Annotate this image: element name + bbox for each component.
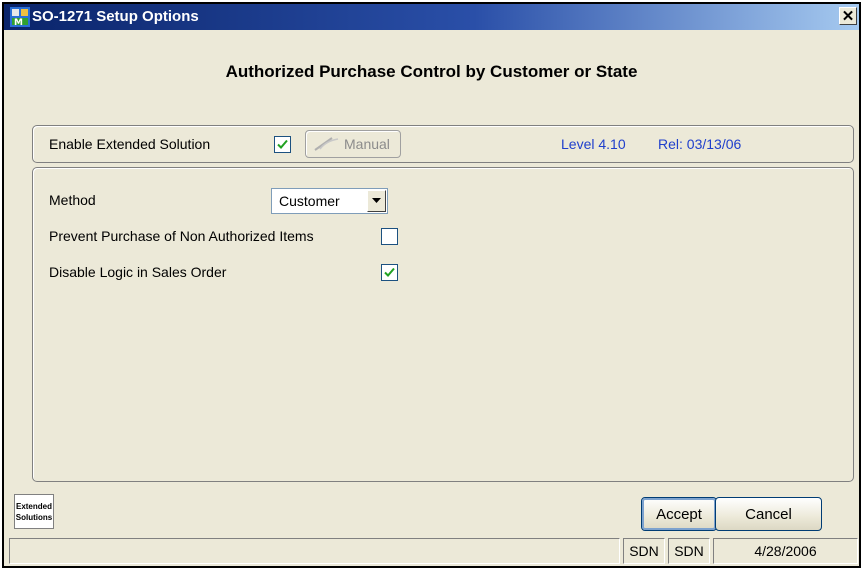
manual-button[interactable]: Manual <box>305 130 401 158</box>
disable-logic-label: Disable Logic in Sales Order <box>49 264 227 280</box>
window-title: SO-1271 Setup Options <box>32 8 199 25</box>
checkmark-icon <box>277 139 288 149</box>
manual-button-label: Manual <box>344 136 390 152</box>
status-message <box>9 538 620 564</box>
close-icon: ✕ <box>841 7 855 25</box>
svg-text:M: M <box>14 18 23 27</box>
prevent-purchase-checkbox[interactable] <box>381 228 398 245</box>
enable-solution-label: Enable Extended Solution <box>49 136 211 152</box>
cancel-button[interactable]: Cancel <box>715 497 822 531</box>
logo-line-1: Extended <box>15 502 52 511</box>
manual-wand-icon <box>314 137 339 151</box>
extended-solutions-logo: Extended Solutions <box>14 494 54 529</box>
logo-line-2: Solutions <box>15 513 53 522</box>
status-date: 4/28/2006 <box>713 538 858 564</box>
enable-panel: Enable Extended Solution Manual Level 4.… <box>32 125 854 163</box>
prevent-purchase-label: Prevent Purchase of Non Authorized Items <box>49 228 314 244</box>
dropdown-arrow-icon[interactable] <box>367 190 386 212</box>
close-button[interactable]: ✕ <box>839 7 857 25</box>
status-company: SDN <box>623 538 665 564</box>
enable-solution-checkbox[interactable] <box>274 136 291 153</box>
level-text: Level 4.10 <box>561 136 626 152</box>
disable-logic-checkbox[interactable] <box>381 264 398 281</box>
app-icon: M <box>10 7 30 27</box>
title-bar[interactable]: M SO-1271 Setup Options ✕ <box>4 4 859 30</box>
page-title: Authorized Purchase Control by Customer … <box>225 62 638 81</box>
status-bar: SDN SDN 4/28/2006 <box>4 534 859 566</box>
status-user: SDN <box>668 538 710 564</box>
release-text: Rel: 03/13/06 <box>658 136 742 152</box>
method-label: Method <box>49 192 96 208</box>
accept-button[interactable]: Accept <box>641 497 717 531</box>
method-select[interactable]: Customer <box>271 188 388 214</box>
method-select-value: Customer <box>279 193 340 209</box>
setup-options-window: M SO-1271 Setup Options ✕ Authorized Pur… <box>2 2 861 568</box>
checkmark-icon <box>384 267 395 277</box>
options-panel: Method Customer Prevent Purchase of Non … <box>32 167 854 482</box>
